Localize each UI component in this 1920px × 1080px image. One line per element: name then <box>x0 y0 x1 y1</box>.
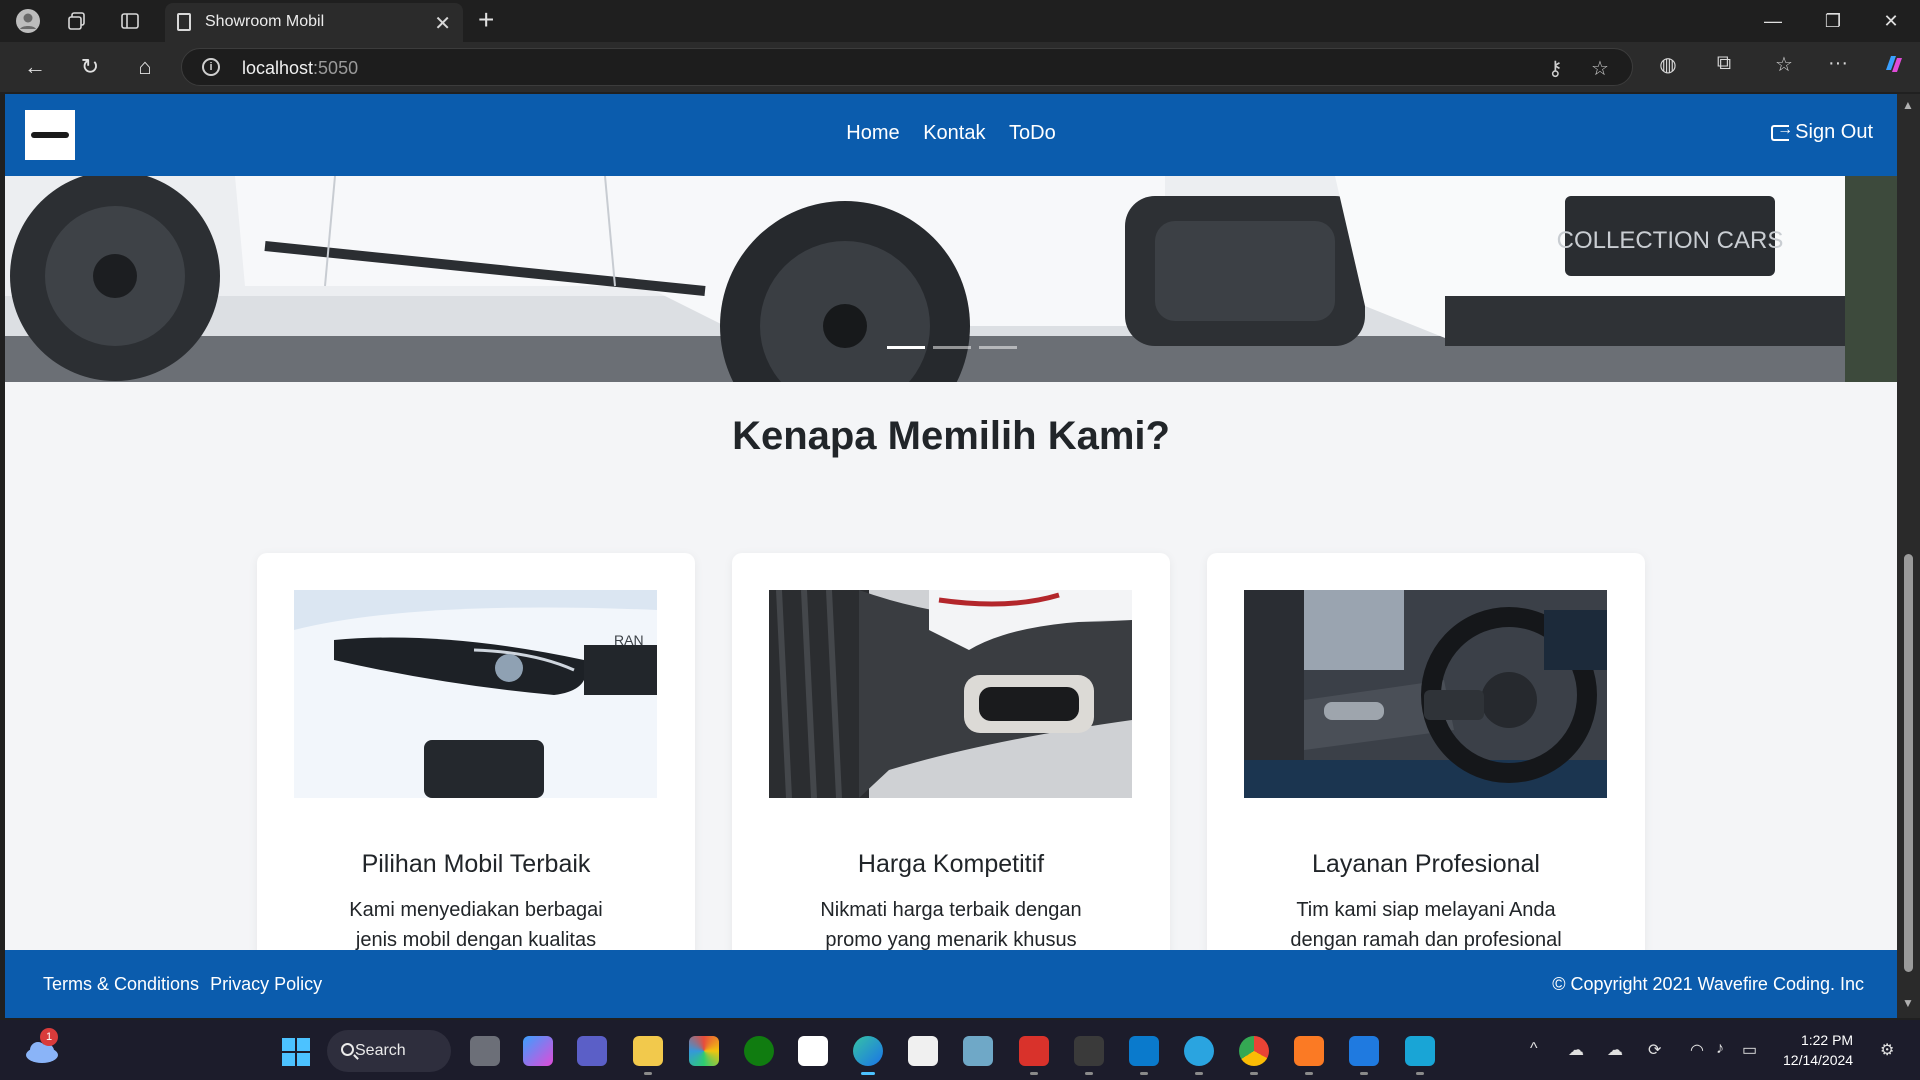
carousel-indicator-1[interactable] <box>887 346 925 349</box>
clock-date: 12/14/2024 <box>1783 1052 1854 1068</box>
close-window-button[interactable]: ✕ <box>1871 8 1911 34</box>
footer-links: Terms & Conditions Privacy Policy <box>43 974 328 995</box>
carousel-indicator-2[interactable] <box>933 346 971 349</box>
copyright-text: © Copyright 2021 Wavefire Coding. Inc <box>1552 974 1864 994</box>
key-icon[interactable]: ⚷ <box>1548 56 1563 81</box>
card-image-exhaust <box>769 590 1132 798</box>
sign-out-label: Sign Out <box>1795 121 1873 143</box>
privacy-link[interactable]: Privacy Policy <box>210 974 322 994</box>
url-text[interactable]: localhost:5050 <box>242 58 358 79</box>
hero-carousel: COLLECTION CARS <box>5 176 1897 382</box>
browser-essentials-icon[interactable]: ◍ <box>1652 52 1684 77</box>
file-explorer-icon[interactable] <box>633 1036 663 1075</box>
taskbar-search[interactable]: Search <box>327 1030 451 1072</box>
site-navbar: Home Kontak ToDo Sign Out <box>5 94 1897 176</box>
nav-links: Home Kontak ToDo <box>5 122 1897 145</box>
refresh-button[interactable]: ↻ <box>72 52 108 82</box>
copilot-icon[interactable] <box>1878 52 1910 82</box>
new-tab-button[interactable]: + <box>478 4 494 36</box>
browser-tab-bar: Showroom Mobil ✕ + — ❐ ✕ <box>0 0 1920 42</box>
scroll-down-icon[interactable]: ▼ <box>1902 996 1914 1010</box>
feature-card: RAN Pilihan Mobil Terbaik Kami menyediak… <box>257 553 695 981</box>
card-image-headlight: RAN <box>294 590 657 798</box>
copilot-app-icon[interactable] <box>523 1036 553 1066</box>
clock-time: 1:22 PM <box>1800 1032 1854 1048</box>
page-icon <box>177 13 191 31</box>
vertical-tabs-icon[interactable] <box>115 8 145 34</box>
chrome-icon[interactable] <box>1239 1036 1269 1075</box>
scrollbar-thumb[interactable] <box>1904 554 1913 972</box>
workspaces-icon[interactable] <box>62 8 92 34</box>
back-button[interactable]: ← <box>17 52 53 82</box>
edge-icon[interactable] <box>853 1036 883 1075</box>
windows-taskbar: 1 Search ^ ☁ ☁ ⟳ ◠ ♪ ▭ 1:22 PM 12/14/202… <box>0 1020 1920 1080</box>
tab-showroom-mobil[interactable]: Showroom Mobil ✕ <box>165 3 463 42</box>
xampp-icon[interactable] <box>1294 1036 1324 1075</box>
web-page: Home Kontak ToDo Sign Out <box>5 94 1897 1018</box>
svg-text:RAN: RAN <box>614 632 644 648</box>
tab-title: Showroom Mobil <box>205 13 325 30</box>
wps-icon[interactable] <box>1019 1036 1049 1075</box>
app-icon[interactable] <box>963 1036 993 1066</box>
onedrive-error-icon[interactable]: ☁ <box>1568 1040 1584 1060</box>
restore-button[interactable]: ❐ <box>1813 8 1853 34</box>
wifi-icon[interactable]: ◠ <box>1690 1040 1704 1060</box>
search-label: Search <box>355 1042 406 1059</box>
settings-icon[interactable]: ⚙ <box>1880 1040 1894 1060</box>
feature-card: Harga Kompetitif Nikmati harga terbaik d… <box>732 553 1170 981</box>
onedrive-icon[interactable]: ☁ <box>1607 1040 1623 1060</box>
tray-overflow-icon[interactable]: ^ <box>1530 1040 1538 1058</box>
sign-out-icon <box>1771 121 1793 141</box>
favorite-star-icon[interactable]: ☆ <box>1591 56 1609 81</box>
volume-icon[interactable]: ♪ <box>1716 1040 1724 1058</box>
card-title: Pilihan Mobil Terbaik <box>361 850 591 878</box>
carousel-indicator-3[interactable] <box>979 346 1017 349</box>
address-bar[interactable]: i localhost:5050 ⚷ ☆ <box>181 48 1633 86</box>
notepad-icon[interactable] <box>908 1036 938 1066</box>
minimize-button[interactable]: — <box>1753 8 1793 34</box>
browser-toolbar: ← ↻ ⌂ i localhost:5050 ⚷ ☆ ◍ ⧉ ☆ ··· <box>0 42 1920 92</box>
scroll-up-icon[interactable]: ▲ <box>1902 98 1914 112</box>
site-footer: Terms & Conditions Privacy Policy © Copy… <box>5 950 1897 1018</box>
site-info-icon[interactable]: i <box>202 58 220 76</box>
section-title: Kenapa Memilih Kami? <box>732 414 1170 458</box>
store-icon[interactable] <box>798 1036 828 1066</box>
search-icon <box>341 1043 354 1056</box>
page-scrollbar[interactable]: ▲ ▼ <box>1897 94 1920 1018</box>
help-icon[interactable] <box>1349 1036 1379 1075</box>
nav-link-todo[interactable]: ToDo <box>1009 122 1056 144</box>
carousel-indicators <box>887 346 1017 349</box>
more-icon[interactable]: ··· <box>1822 52 1854 75</box>
sync-icon[interactable]: ⟳ <box>1648 1040 1661 1060</box>
xbox-icon[interactable] <box>744 1036 774 1066</box>
battery-icon[interactable]: ▭ <box>1742 1040 1757 1060</box>
app-icon[interactable] <box>1405 1036 1435 1075</box>
feature-card: Layanan Profesional Tim kami siap melaya… <box>1207 553 1645 981</box>
vscode-icon[interactable] <box>1129 1036 1159 1075</box>
sign-out-button[interactable]: Sign Out <box>1771 121 1873 144</box>
card-title: Harga Kompetitif <box>857 850 1045 878</box>
terms-link[interactable]: Terms & Conditions <box>43 974 199 994</box>
clock[interactable]: 1:22 PM 12/14/2024 <box>1783 1030 1853 1070</box>
notification-badge: 1 <box>40 1028 58 1046</box>
task-view-icon[interactable] <box>470 1036 500 1066</box>
close-tab-icon[interactable]: ✕ <box>434 11 451 36</box>
windows-start-icon[interactable] <box>282 1038 310 1066</box>
profile-icon[interactable] <box>13 8 43 34</box>
nav-link-kontak[interactable]: Kontak <box>923 122 985 144</box>
extensions-icon[interactable]: ⧉ <box>1708 52 1740 75</box>
terminal-icon[interactable] <box>1074 1036 1104 1075</box>
hero-car-image: COLLECTION CARS <box>5 176 1897 382</box>
card-image-interior <box>1244 590 1607 798</box>
nav-link-home[interactable]: Home <box>846 122 899 144</box>
telegram-icon[interactable] <box>1184 1036 1214 1075</box>
plate-text: COLLECTION CARS <box>1557 227 1784 254</box>
favorites-icon[interactable]: ☆ <box>1768 52 1800 77</box>
home-button[interactable]: ⌂ <box>127 52 163 82</box>
card-title: Layanan Profesional <box>1312 850 1540 878</box>
photos-icon[interactable] <box>689 1036 719 1066</box>
teams-icon[interactable] <box>577 1036 607 1066</box>
